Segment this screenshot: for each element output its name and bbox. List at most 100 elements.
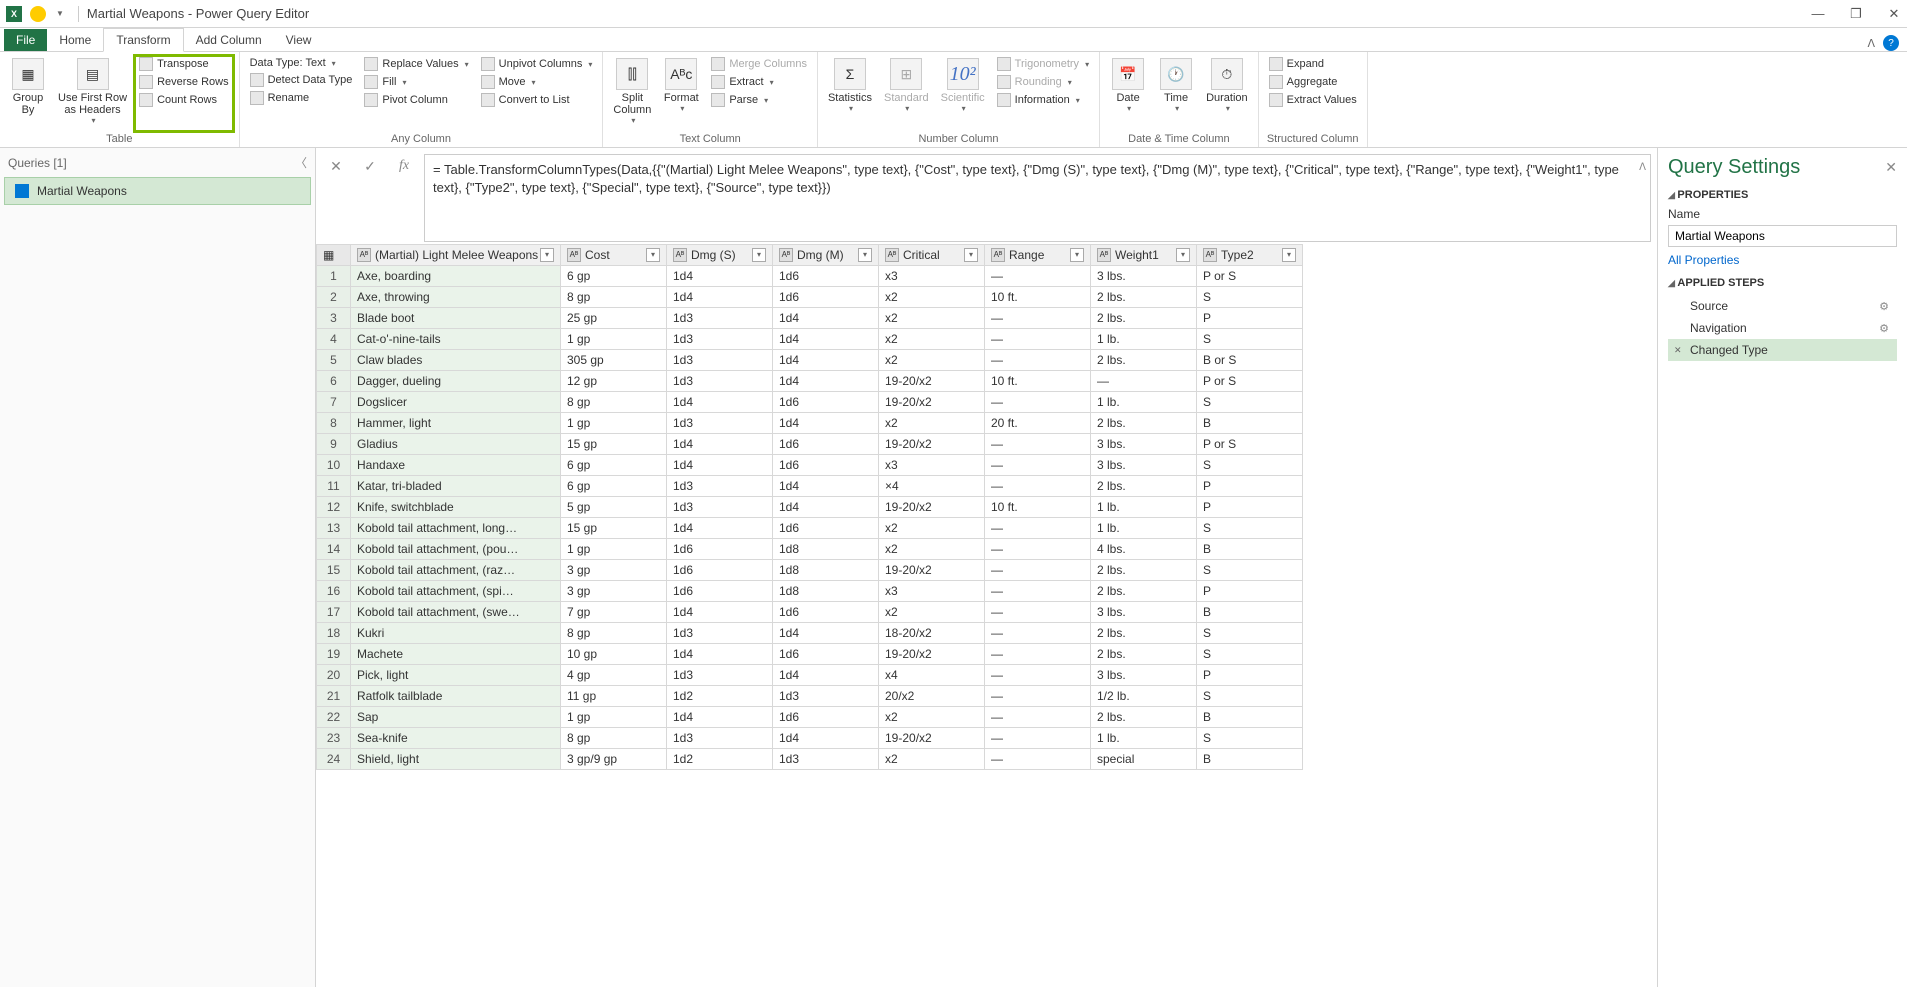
cell[interactable]: 2 lbs. — [1091, 413, 1197, 434]
cell[interactable]: 1 gp — [561, 707, 667, 728]
cell[interactable]: S — [1197, 392, 1303, 413]
cell[interactable]: 2 lbs. — [1091, 560, 1197, 581]
column-header[interactable]: AᴮType2▾ — [1197, 245, 1303, 266]
cell[interactable]: — — [985, 329, 1091, 350]
qat-dropdown-icon[interactable]: ▼ — [56, 9, 64, 18]
cell[interactable]: 1d4 — [667, 644, 773, 665]
cell[interactable]: 1d6 — [773, 434, 879, 455]
column-header[interactable]: AᴮCost▾ — [561, 245, 667, 266]
filter-icon[interactable]: ▾ — [1070, 248, 1084, 262]
cell[interactable]: Machete — [351, 644, 561, 665]
cell[interactable]: x4 — [879, 665, 985, 686]
detect-data-type-button[interactable]: Detect Data Type — [246, 72, 357, 88]
cell[interactable]: — — [985, 623, 1091, 644]
cell[interactable]: x2 — [879, 707, 985, 728]
cell[interactable]: S — [1197, 329, 1303, 350]
cell[interactable]: — — [985, 476, 1091, 497]
cell[interactable]: B — [1197, 707, 1303, 728]
cell[interactable]: 6 gp — [561, 266, 667, 287]
cell[interactable]: S — [1197, 686, 1303, 707]
cell[interactable]: 1d6 — [773, 266, 879, 287]
collapse-queries-icon[interactable]: 〈 — [295, 154, 307, 171]
cell[interactable]: x2 — [879, 308, 985, 329]
cell[interactable]: Hammer, light — [351, 413, 561, 434]
close-settings-button[interactable]: ✕ — [1885, 159, 1897, 176]
cell[interactable]: Kukri — [351, 623, 561, 644]
date-button[interactable]: 📅Date▾ — [1106, 56, 1150, 131]
cell[interactable]: P — [1197, 476, 1303, 497]
cell[interactable]: 19-20/x2 — [879, 644, 985, 665]
cell[interactable]: — — [985, 707, 1091, 728]
cell[interactable]: 1d8 — [773, 539, 879, 560]
minimize-button[interactable]: — — [1811, 7, 1825, 21]
replace-values-button[interactable]: Replace Values▾ — [360, 56, 472, 72]
extract-button[interactable]: Extract▾ — [707, 74, 811, 90]
cancel-formula-button[interactable]: ✕ — [322, 154, 350, 178]
row-number[interactable]: 10 — [317, 455, 351, 476]
cell[interactable]: special — [1091, 749, 1197, 770]
tab-transform[interactable]: Transform — [103, 28, 183, 52]
cell[interactable]: 1d4 — [667, 518, 773, 539]
row-number[interactable]: 11 — [317, 476, 351, 497]
merge-columns-button[interactable]: Merge Columns — [707, 56, 811, 72]
cell[interactable]: Sap — [351, 707, 561, 728]
cell[interactable]: 1d4 — [773, 350, 879, 371]
cell[interactable]: 1d6 — [773, 287, 879, 308]
row-number[interactable]: 16 — [317, 581, 351, 602]
cell[interactable]: 1d4 — [667, 287, 773, 308]
cell[interactable]: 2 lbs. — [1091, 350, 1197, 371]
cell[interactable]: 6 gp — [561, 455, 667, 476]
cell[interactable]: Kobold tail attachment, long… — [351, 518, 561, 539]
cell[interactable]: P or S — [1197, 434, 1303, 455]
filter-icon[interactable]: ▾ — [1176, 248, 1190, 262]
cell[interactable]: B — [1197, 602, 1303, 623]
cell[interactable]: 1 gp — [561, 413, 667, 434]
reverse-rows-button[interactable]: Reverse Rows — [135, 74, 233, 90]
cell[interactable]: 2 lbs. — [1091, 287, 1197, 308]
tab-home[interactable]: Home — [47, 29, 103, 51]
move-button[interactable]: Move▾ — [477, 74, 597, 90]
filter-icon[interactable]: ▾ — [752, 248, 766, 262]
cell[interactable]: 1 gp — [561, 539, 667, 560]
cell[interactable]: B — [1197, 539, 1303, 560]
cell[interactable]: 19-20/x2 — [879, 392, 985, 413]
cell[interactable]: 3 lbs. — [1091, 434, 1197, 455]
cell[interactable]: 25 gp — [561, 308, 667, 329]
row-number[interactable]: 5 — [317, 350, 351, 371]
cell[interactable]: Axe, boarding — [351, 266, 561, 287]
cell[interactable]: 1d4 — [773, 371, 879, 392]
row-number[interactable]: 19 — [317, 644, 351, 665]
cell[interactable]: 1d3 — [667, 350, 773, 371]
cell[interactable]: 1d4 — [773, 728, 879, 749]
cell[interactable]: B — [1197, 413, 1303, 434]
cell[interactable]: 8 gp — [561, 728, 667, 749]
cell[interactable]: 1d3 — [667, 308, 773, 329]
cell[interactable]: S — [1197, 560, 1303, 581]
cell[interactable]: 1d4 — [773, 476, 879, 497]
cell[interactable]: 1d4 — [773, 665, 879, 686]
cell[interactable]: 1d6 — [773, 707, 879, 728]
step-gear-icon[interactable]: ⚙ — [1879, 300, 1889, 313]
cell[interactable]: 1 lb. — [1091, 728, 1197, 749]
row-number[interactable]: 3 — [317, 308, 351, 329]
cell[interactable]: 1d6 — [773, 455, 879, 476]
tab-file[interactable]: File — [4, 29, 47, 51]
cell[interactable]: — — [985, 266, 1091, 287]
data-grid[interactable]: ▦Aᴮ(Martial) Light Melee Weapons▾AᴮCost▾… — [316, 244, 1657, 987]
format-button[interactable]: AᴮᴄFormat▾ — [659, 56, 703, 131]
convert-to-list-button[interactable]: Convert to List — [477, 92, 597, 108]
cell[interactable]: Kobold tail attachment, (spi… — [351, 581, 561, 602]
count-rows-button[interactable]: Count Rows — [135, 92, 233, 108]
cell[interactable]: — — [985, 392, 1091, 413]
pivot-column-button[interactable]: Pivot Column — [360, 92, 472, 108]
cell[interactable]: 10 ft. — [985, 497, 1091, 518]
cell[interactable]: 10 ft. — [985, 287, 1091, 308]
cell[interactable]: 1d3 — [773, 686, 879, 707]
step-gear-icon[interactable]: ⚙ — [1879, 322, 1889, 335]
cell[interactable]: — — [985, 728, 1091, 749]
cell[interactable]: 7 gp — [561, 602, 667, 623]
cell[interactable]: 305 gp — [561, 350, 667, 371]
cell[interactable]: 1d4 — [667, 266, 773, 287]
transpose-button[interactable]: Transpose — [135, 56, 233, 72]
cell[interactable]: 1/2 lb. — [1091, 686, 1197, 707]
